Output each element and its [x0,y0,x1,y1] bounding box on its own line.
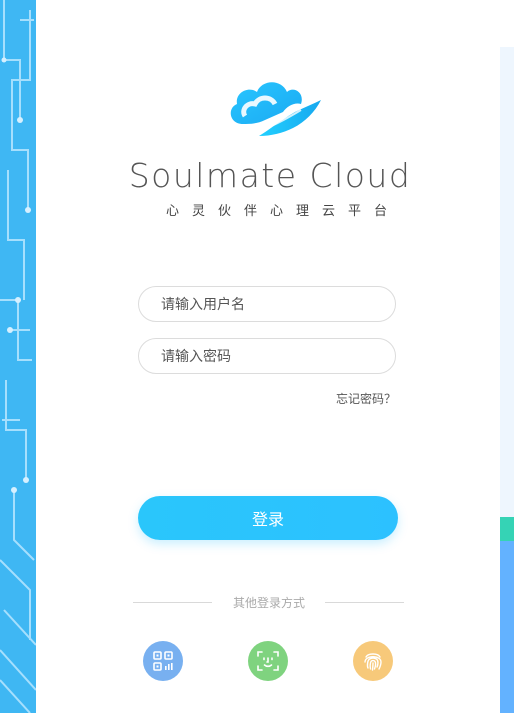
qr-code-icon [153,651,173,671]
forgot-password-link[interactable]: 忘记密码？ [336,390,396,407]
cloud-hand-logo-icon [225,78,325,140]
fingerprint-login-button[interactable] [353,641,393,681]
username-input[interactable] [159,287,383,323]
divider-left [133,602,212,603]
brand-subtitle: 心灵伙伴心理云平台 [165,204,400,219]
brand-title: Soulmate Cloud [128,156,412,195]
panel-accent-green [500,517,514,541]
face-login-button[interactable] [248,641,288,681]
username-field[interactable] [138,286,396,323]
password-input[interactable] [159,339,383,375]
login-button[interactable]: 登录 [138,496,398,540]
other-login-label: 其他登录方式 [232,596,305,610]
circuit-decoration [0,0,36,713]
fingerprint-icon [364,653,382,671]
face-id-icon [257,651,279,671]
divider-right [325,602,404,603]
password-field[interactable] [138,338,396,375]
qr-login-button[interactable] [143,641,183,681]
side-panel-edge [500,47,514,713]
panel-accent-blue [500,541,514,713]
